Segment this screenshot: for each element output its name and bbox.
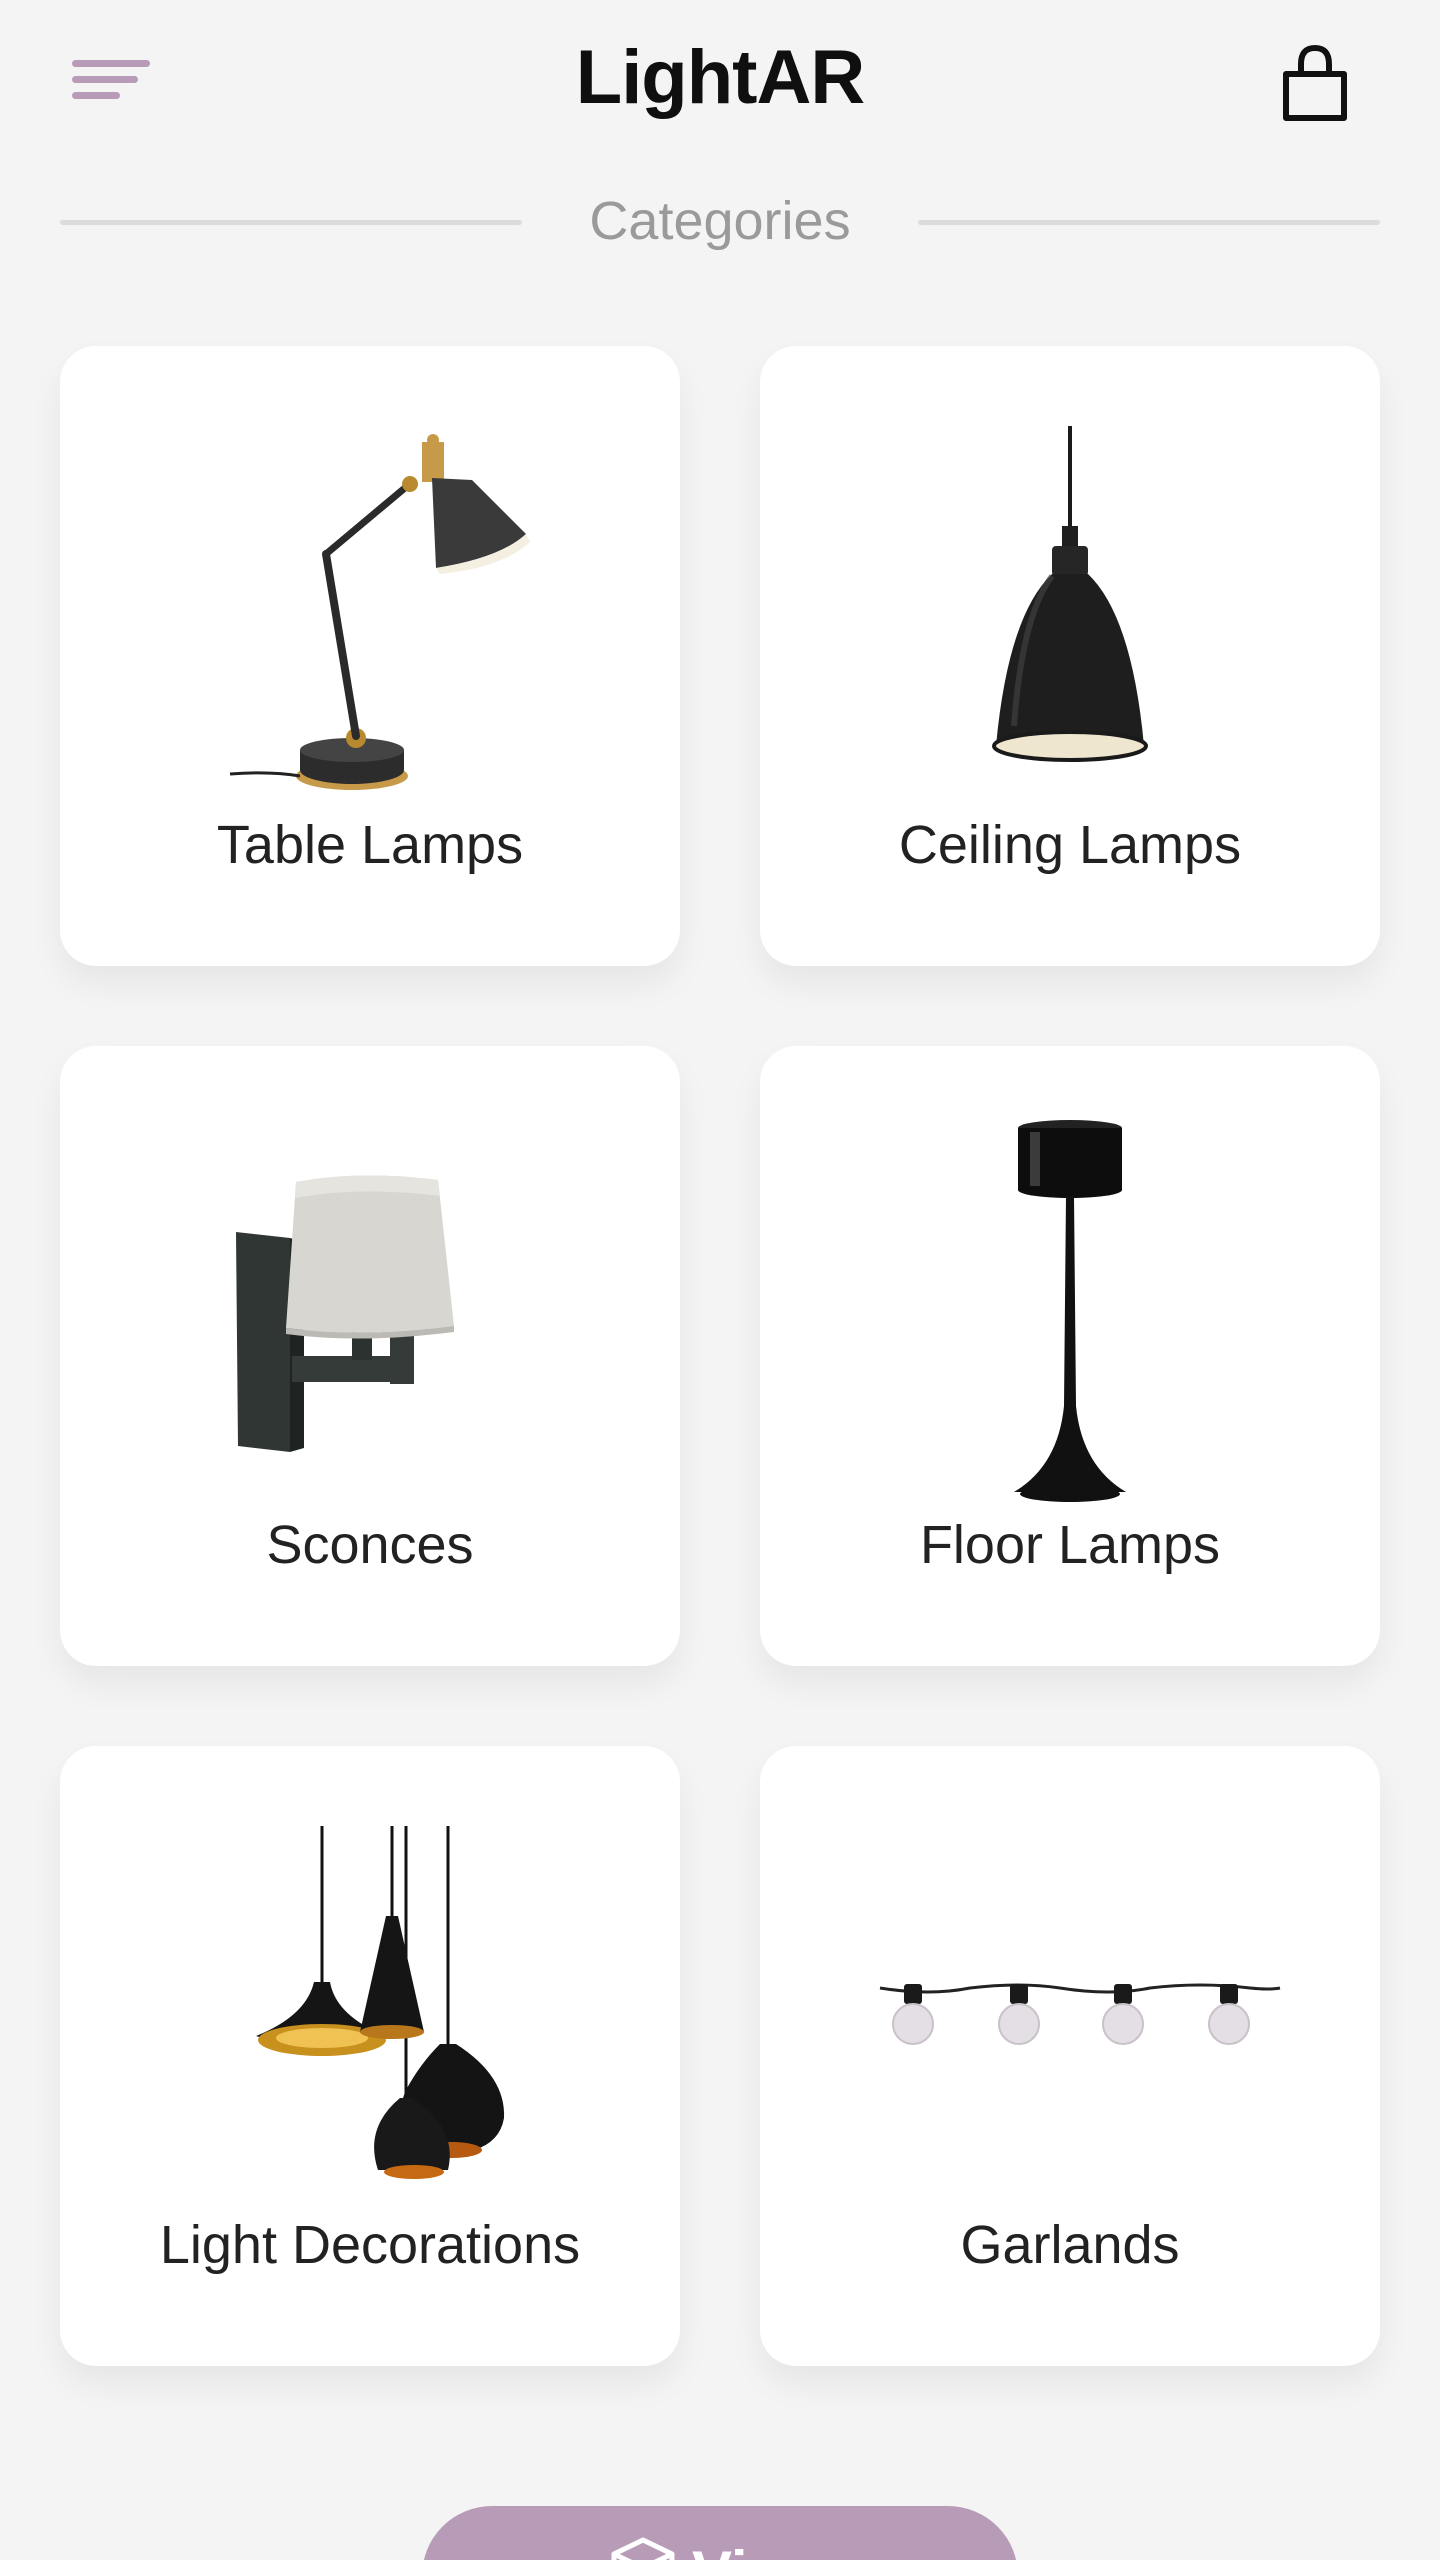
app-screen: LightAR Categories Table Lamps Ceiling L… (0, 0, 1440, 2560)
category-label: Sconces (266, 1515, 474, 1575)
category-label: Ceiling Lamps (898, 815, 1242, 875)
table-lamp-image (60, 346, 680, 836)
light-decorations-image (60, 1746, 680, 2236)
garland-image (760, 1746, 1380, 2236)
view-ar-button-label: Vi (692, 2538, 748, 2560)
category-label: Floor Lamps (919, 1515, 1221, 1575)
shopping-bag-icon[interactable] (1270, 40, 1360, 130)
category-card-sconces[interactable]: Sconces (60, 1046, 680, 1666)
view-ar-button[interactable]: Vi (422, 2506, 1018, 2560)
divider-line-right (918, 220, 1380, 225)
categories-divider: Categories (60, 190, 1380, 260)
garland-bulb (998, 1984, 1040, 2045)
ceiling-lamp-image (760, 346, 1380, 836)
category-label: Table Lamps (216, 815, 524, 875)
ar-cube-icon (611, 2537, 675, 2560)
category-label: Garlands (960, 2215, 1180, 2275)
top-bar: LightAR (0, 0, 1440, 170)
app-title: LightAR (575, 35, 865, 120)
category-card-ceiling-lamps[interactable]: Ceiling Lamps (760, 346, 1380, 966)
sconce-image (60, 1046, 680, 1536)
category-label: Light Decorations (159, 2215, 581, 2275)
category-card-light-decorations[interactable]: Light Decorations (60, 1746, 680, 2366)
category-card-table-lamps[interactable]: Table Lamps (60, 346, 680, 966)
floor-lamp-image (760, 1046, 1380, 1536)
garland-bulb (1208, 1984, 1250, 2045)
category-card-garlands[interactable]: Garlands (760, 1746, 1380, 2366)
category-card-floor-lamps[interactable]: Floor Lamps (760, 1046, 1380, 1666)
